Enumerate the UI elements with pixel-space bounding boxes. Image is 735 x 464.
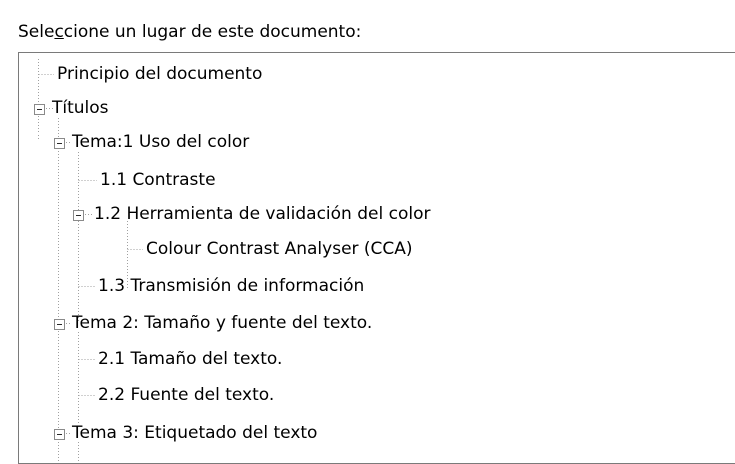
collapse-icon-tema2[interactable] [54, 319, 65, 330]
tree-item-2-1[interactable]: 2.1 Tamaño del texto. [98, 347, 282, 371]
prompt-text-before: Sele [18, 22, 55, 42]
tree-item-1-2[interactable]: 1.2 Herramienta de validación del color [94, 202, 430, 226]
tree-item-tema2[interactable]: Tema 2: Tamaño y fuente del texto. [72, 311, 372, 335]
tree-item-1-1[interactable]: 1.1 Contraste [100, 168, 216, 192]
tree-item-2-2[interactable]: 2.2 Fuente del texto. [98, 383, 274, 407]
collapse-icon-tema3[interactable] [54, 429, 65, 440]
prompt-text-after: cione un lugar de este documento: [63, 22, 362, 42]
tree-item-cca[interactable]: Colour Contrast Analyser (CCA) [146, 237, 413, 261]
prompt-accelerator-key: c [54, 22, 64, 42]
tree-item-1-3[interactable]: 1.3 Transmisión de información [98, 274, 364, 298]
collapse-icon-titulos[interactable] [34, 104, 45, 115]
tree-prompt-label: Seleccione un lugar de este documento: [18, 20, 361, 44]
collapse-icon-section-1-2[interactable] [73, 210, 84, 221]
document-place-tree[interactable]: Principio del documento Títulos Tema:1 U… [18, 52, 735, 464]
tree-item-tema1[interactable]: Tema:1 Uso del color [72, 130, 249, 154]
tree-item-tema3[interactable]: Tema 3: Etiquetado del texto [72, 421, 317, 445]
tree-item-principio[interactable]: Principio del documento [57, 62, 262, 86]
tree-item-titulos[interactable]: Títulos [52, 96, 109, 120]
collapse-icon-tema1[interactable] [54, 138, 65, 149]
